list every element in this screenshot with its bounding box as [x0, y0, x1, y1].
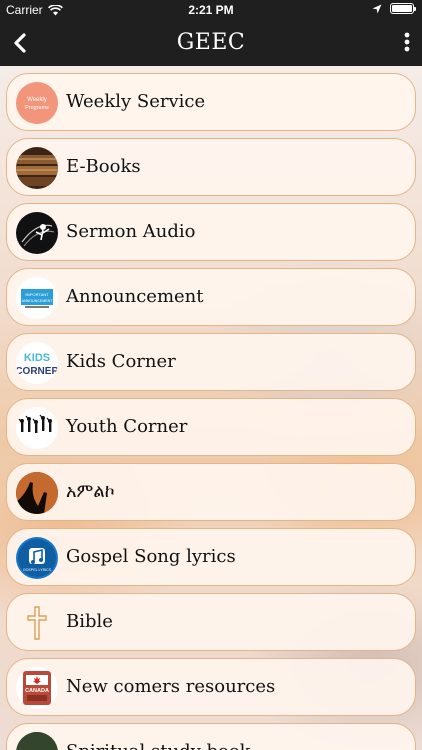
more-vertical-icon — [404, 32, 410, 52]
worship-icon — [16, 472, 58, 514]
menu-item-label: Sermon Audio — [66, 221, 196, 242]
nav-bar: GEEC — [0, 20, 422, 66]
menu-item-label: Kids Corner — [66, 351, 176, 372]
menu-item-e-books[interactable]: E-Books — [6, 138, 416, 196]
more-options-button[interactable] — [388, 30, 414, 56]
page-title: GEEC — [176, 30, 246, 55]
status-bar: Carrier 2:21 PM — [0, 0, 422, 20]
status-time: 2:21 PM — [188, 3, 234, 17]
svg-text:Programs: Programs — [25, 105, 49, 111]
svg-text:CORNER: CORNER — [16, 366, 58, 377]
weekly-programs-icon: Weekly Programs — [16, 82, 58, 124]
menu-item-worship[interactable]: አምልኮ — [6, 463, 416, 521]
menu-item-kids-corner[interactable]: KIDS CORNER Kids Corner — [6, 333, 416, 391]
menu-item-bible[interactable]: Bible — [6, 593, 416, 651]
menu-item-spiritual-study-book[interactable]: Spiritual study book — [6, 723, 416, 750]
status-right — [372, 3, 416, 14]
svg-text:ANNOUNCEMENT: ANNOUNCEMENT — [22, 299, 54, 303]
menu-item-label: E-Books — [66, 156, 141, 177]
menu-list: Weekly Programs Weekly Service E-Books S… — [0, 66, 422, 750]
sermon-audio-icon — [16, 212, 58, 254]
battery-icon — [390, 3, 416, 14]
music-note-icon: GOSPEL LYRICS — [16, 537, 58, 579]
menu-item-new-comers-resources[interactable]: CANADA New comers resources — [6, 658, 416, 716]
svg-text:Weekly: Weekly — [27, 97, 47, 103]
study-book-icon — [16, 732, 58, 750]
menu-item-gospel-song-lyrics[interactable]: GOSPEL LYRICS Gospel Song lyrics — [6, 528, 416, 586]
kids-corner-icon: KIDS CORNER — [16, 342, 58, 384]
menu-item-announcement[interactable]: IMPORTANT ANNOUNCEMENT Announcement — [6, 268, 416, 326]
youth-corner-icon — [16, 407, 58, 449]
menu-item-youth-corner[interactable]: Youth Corner — [6, 398, 416, 456]
svg-text:KIDS: KIDS — [24, 352, 50, 364]
announcement-icon: IMPORTANT ANNOUNCEMENT — [16, 277, 58, 319]
menu-item-label: New comers resources — [66, 676, 276, 697]
menu-item-label: አምልኮ — [66, 481, 115, 502]
menu-item-label: Weekly Service — [66, 91, 206, 112]
canada-icon: CANADA — [16, 667, 58, 709]
svg-text:GOSPEL LYRICS: GOSPEL LYRICS — [23, 568, 52, 572]
menu-item-weekly-service[interactable]: Weekly Programs Weekly Service — [6, 73, 416, 131]
menu-item-sermon-audio[interactable]: Sermon Audio — [6, 203, 416, 261]
svg-text:CANADA: CANADA — [25, 688, 49, 694]
books-icon — [16, 147, 58, 189]
menu-item-label: Bible — [66, 611, 113, 632]
menu-item-label: Gospel Song lyrics — [66, 546, 236, 567]
menu-item-label: Youth Corner — [66, 416, 188, 437]
svg-text:IMPORTANT: IMPORTANT — [25, 292, 49, 297]
menu-item-label: Spiritual study book — [66, 741, 251, 750]
menu-item-label: Announcement — [66, 286, 204, 307]
location-arrow-icon — [372, 4, 382, 13]
cross-icon — [16, 602, 58, 644]
